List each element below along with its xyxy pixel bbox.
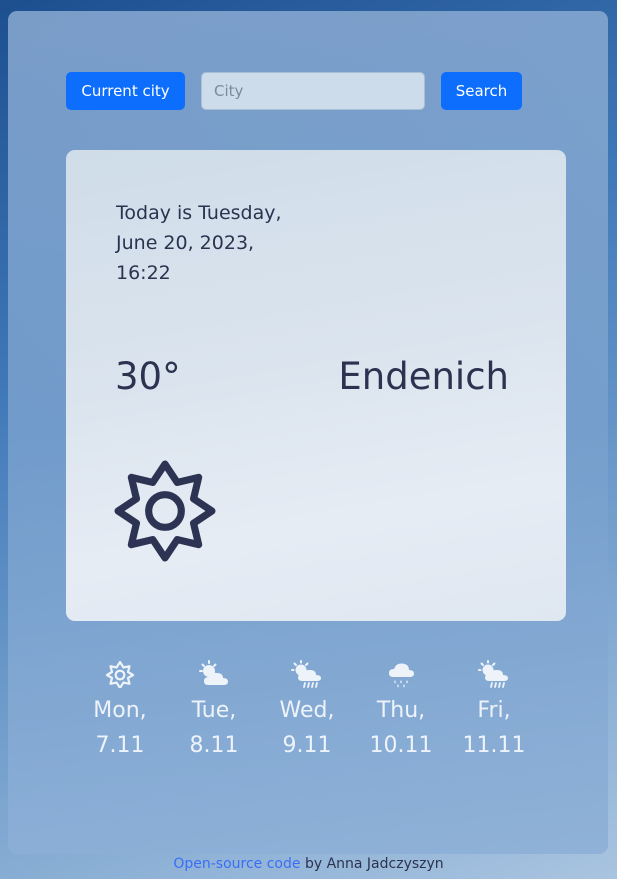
footer-author: by Anna Jadczyszyn (300, 856, 444, 872)
forecast-day: Wed, 9.11 (267, 660, 347, 759)
forecast-row: Mon, 7.11 Tue, 8.11 Wed, 9.11 Thu, 10.11… (73, 660, 538, 770)
forecast-day: Mon, 7.11 (80, 660, 160, 759)
current-city-button[interactable]: Current city (66, 72, 185, 110)
forecast-day: Thu, 10.11 (361, 660, 441, 759)
sun-icon (114, 460, 216, 562)
footer: Open-source code by Anna Jadczyszyn (0, 856, 617, 872)
sun-cloud-rain-icon (291, 660, 321, 688)
forecast-day-name: Wed, (279, 698, 335, 723)
current-temperature: 30° (115, 355, 181, 398)
cloud-rain-icon (389, 663, 414, 688)
forecast-day-date: 11.11 (462, 733, 526, 758)
current-weather-panel: Today is Tuesday, June 20, 2023, 16:22 3… (66, 150, 566, 621)
city-search-input[interactable] (201, 72, 425, 110)
forecast-day: Fri, 11.11 (454, 660, 534, 759)
open-source-link[interactable]: Open-source code (173, 856, 300, 872)
forecast-day-date: 10.11 (369, 733, 433, 758)
partly-cloudy-icon (199, 660, 228, 685)
date-line-weekday: Today is Tuesday, (116, 202, 282, 224)
forecast-day-date: 7.11 (95, 733, 145, 758)
forecast-day-name: Fri, (477, 698, 511, 723)
sun-cloud-rain-icon (478, 660, 508, 688)
search-button[interactable]: Search (441, 72, 522, 110)
sun-icon (105, 660, 135, 688)
forecast-day-name: Mon, (93, 698, 147, 723)
current-city-name: Endenich (338, 355, 509, 398)
current-time: 16:22 (116, 262, 171, 284)
forecast-day-name: Thu, (376, 698, 426, 723)
forecast-day-date: 9.11 (282, 733, 332, 758)
forecast-day-date: 8.11 (189, 733, 239, 758)
forecast-day-name: Tue, (191, 698, 237, 723)
search-row: Current city Search (66, 72, 526, 110)
date-line-date: June 20, 2023, (116, 232, 255, 254)
forecast-day: Tue, 8.11 (174, 660, 254, 759)
